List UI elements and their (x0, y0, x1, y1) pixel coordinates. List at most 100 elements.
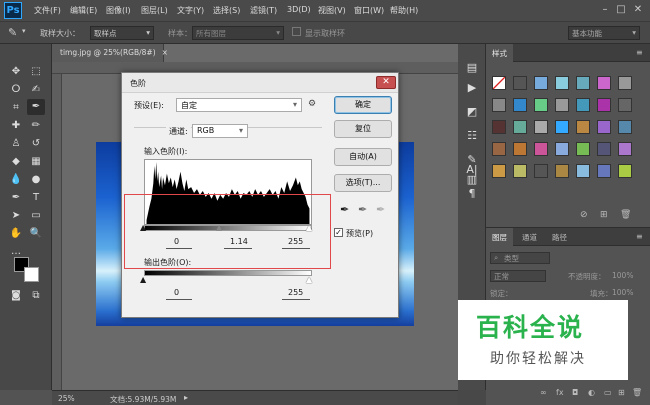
preset-options-gear-icon[interactable]: ⚙ (308, 99, 316, 109)
style-swatch[interactable] (534, 76, 548, 90)
style-swatch[interactable] (492, 164, 506, 178)
quick-select-tool-icon[interactable]: ✍ (27, 82, 45, 98)
layer-fx-icon[interactable]: fx (556, 388, 564, 397)
menu-3d[interactable]: 3D(D) (287, 5, 311, 14)
style-swatch[interactable] (492, 76, 506, 90)
menu-view[interactable]: 视图(V) (318, 5, 346, 16)
style-swatch[interactable] (597, 142, 611, 156)
menu-select[interactable]: 选择(S) (213, 5, 240, 16)
shape-tool-icon[interactable]: ▭ (27, 208, 45, 224)
new-group-icon[interactable]: ▭ (604, 388, 612, 397)
style-swatch[interactable] (597, 98, 611, 112)
close-tab-icon[interactable]: × (162, 48, 168, 57)
style-swatch[interactable] (597, 120, 611, 134)
brush-tool-icon[interactable]: ✏ (27, 118, 45, 134)
clone-stamp-icon[interactable]: ♙ (7, 136, 25, 152)
panel-menu-icon[interactable]: ≡ (636, 232, 643, 241)
menu-image[interactable]: 图像(I) (106, 5, 131, 16)
style-swatch[interactable] (513, 76, 527, 90)
style-swatch[interactable] (555, 98, 569, 112)
style-swatch[interactable] (576, 120, 590, 134)
output-white-slider[interactable]: ▲ (306, 275, 312, 284)
status-menu-icon[interactable]: ▸ (184, 393, 188, 402)
sample-size-select[interactable]: 取样点 ▾ (90, 26, 154, 40)
path-select-tool-icon[interactable]: ➤ (7, 208, 25, 224)
menu-type[interactable]: 文字(Y) (177, 5, 204, 16)
delete-style-icon[interactable]: 🗑 (620, 210, 631, 220)
style-swatch[interactable] (576, 142, 590, 156)
tab-layers[interactable]: 图层 (486, 228, 513, 246)
style-swatch[interactable] (576, 98, 590, 112)
clear-style-icon[interactable]: ⊘ (580, 210, 588, 220)
channel-select[interactable]: RGB ▾ (192, 124, 248, 138)
layer-mask-icon[interactable]: ◘ (572, 388, 578, 397)
reset-button[interactable]: 复位 (334, 120, 392, 138)
quick-mask-icon[interactable]: ◙ (7, 288, 25, 304)
close-icon[interactable]: ✕ (376, 76, 396, 89)
style-swatch[interactable] (618, 120, 632, 134)
output-black-value[interactable]: 0 (174, 288, 179, 297)
style-swatch[interactable] (576, 164, 590, 178)
tab-channels[interactable]: 通道 (516, 228, 543, 246)
show-ring-checkbox[interactable] (292, 27, 301, 36)
delete-layer-icon[interactable]: 🗑 (632, 388, 642, 397)
screen-mode-icon[interactable]: ⧉ (27, 288, 45, 304)
move-tool-icon[interactable]: ✥ (7, 64, 25, 80)
output-white-value[interactable]: 255 (288, 288, 303, 297)
eyedropper-tool-icon[interactable]: ✒ (27, 99, 45, 115)
menu-filter[interactable]: 滤镜(T) (250, 5, 277, 16)
style-swatch[interactable] (534, 164, 548, 178)
close-window-icon[interactable]: ✕ (631, 3, 645, 17)
healing-brush-icon[interactable]: ✚ (7, 118, 25, 134)
menu-help[interactable]: 帮助(H) (390, 5, 418, 16)
opacity-value[interactable]: 100% (612, 271, 633, 285)
style-swatch[interactable] (492, 98, 506, 112)
marquee-tool-icon[interactable]: ⬚ (27, 64, 45, 80)
style-swatch[interactable] (534, 142, 548, 156)
eraser-tool-icon[interactable]: ◆ (7, 154, 25, 170)
style-swatch[interactable] (555, 164, 569, 178)
actions-panel-icon[interactable]: ▶ (464, 80, 480, 96)
paragraph-panel-icon[interactable]: ¶ (464, 186, 480, 202)
options-button[interactable]: 选项(T)... (334, 174, 392, 192)
menu-window[interactable]: 窗口(W) (354, 5, 384, 16)
style-swatch[interactable] (618, 76, 632, 90)
link-layers-icon[interactable]: ∞ (540, 388, 547, 397)
style-swatch[interactable] (492, 142, 506, 156)
menu-edit[interactable]: 编辑(E) (70, 5, 97, 16)
history-brush-icon[interactable]: ↺ (27, 136, 45, 152)
style-swatch[interactable] (555, 142, 569, 156)
style-swatch[interactable] (534, 120, 548, 134)
document-tab[interactable]: timg.jpg @ 25%(RGB/8#) × (52, 44, 168, 62)
blur-tool-icon[interactable]: 💧 (7, 172, 25, 188)
minimize-icon[interactable]: – (598, 3, 612, 17)
style-swatch[interactable] (576, 76, 590, 90)
character-panel-icon[interactable]: A| (464, 162, 480, 178)
pen-tool-icon[interactable]: ✒ (7, 190, 25, 206)
style-swatch[interactable] (618, 142, 632, 156)
style-swatch[interactable] (513, 164, 527, 178)
workspace-select[interactable]: 基本功能 ▾ (568, 26, 640, 40)
tab-styles[interactable]: 样式 (486, 44, 513, 62)
maximize-icon[interactable]: □ (614, 3, 628, 17)
style-swatch[interactable] (513, 98, 527, 112)
white-eyedropper-icon[interactable]: ✒ (376, 203, 385, 216)
new-style-icon[interactable]: ⊞ (600, 210, 608, 220)
dodge-tool-icon[interactable]: ● (27, 172, 45, 188)
auto-button[interactable]: 自动(A) (334, 148, 392, 166)
gradient-tool-icon[interactable]: ▦ (27, 154, 45, 170)
style-swatch[interactable] (534, 98, 548, 112)
style-swatch[interactable] (555, 76, 569, 90)
adjustment-layer-icon[interactable]: ◐ (588, 388, 595, 397)
menu-file[interactable]: 文件(F) (34, 5, 61, 16)
layer-kind-filter[interactable] (490, 252, 550, 264)
style-swatch[interactable] (597, 76, 611, 90)
zoom-level[interactable]: 25% (58, 394, 75, 403)
type-tool-icon[interactable]: T (27, 190, 45, 206)
hand-tool-icon[interactable]: ✋ (7, 226, 25, 242)
menu-layer[interactable]: 图层(L) (141, 5, 168, 16)
black-eyedropper-icon[interactable]: ✒ (340, 203, 349, 216)
style-swatch[interactable] (618, 98, 632, 112)
tool-preset-chevron-icon[interactable]: ▾ (22, 27, 26, 35)
new-layer-icon[interactable]: ⊞ (618, 388, 625, 397)
